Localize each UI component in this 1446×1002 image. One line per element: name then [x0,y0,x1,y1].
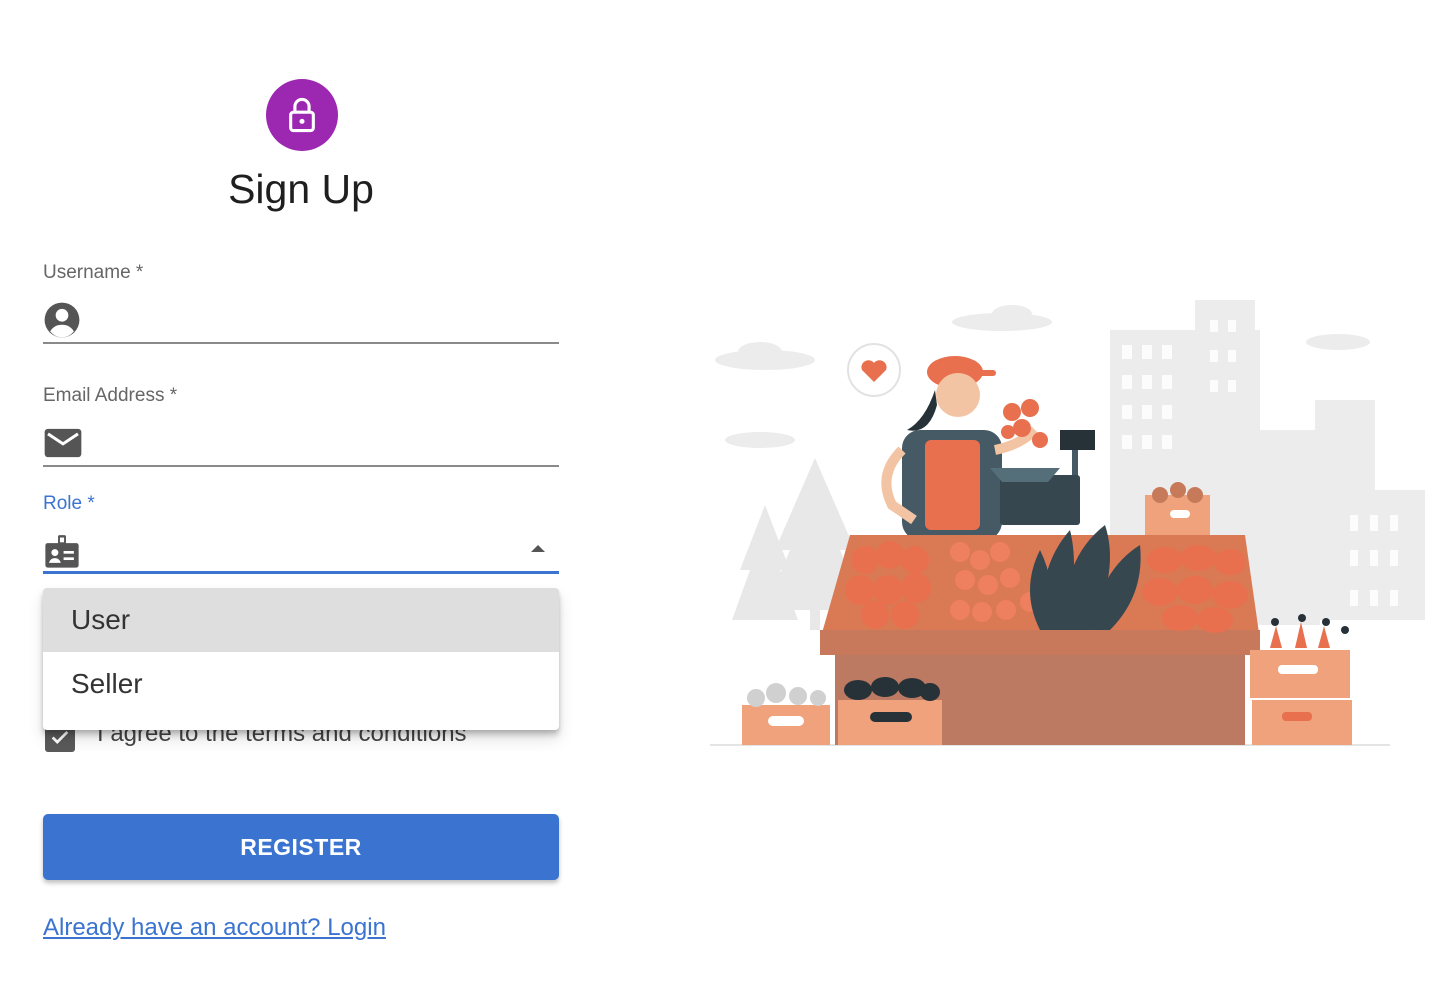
register-button[interactable]: REGISTER [43,814,559,880]
lock-icon [289,97,315,133]
login-link[interactable]: Already have an account? Login [43,914,386,942]
caret-up-icon[interactable] [531,545,545,552]
signup-form-panel: Sign Up Username * Email Address * Role … [0,0,640,1002]
mail-icon [43,423,83,463]
role-select[interactable]: Role * [43,493,559,577]
role-underline [43,571,559,574]
role-option-seller[interactable]: Seller [43,652,559,716]
username-label: Username * [43,262,144,283]
username-input[interactable] [89,300,559,340]
role-dropdown-menu: User Seller [43,588,559,730]
username-underline [43,342,559,344]
email-underline [43,465,559,467]
market-stall-illustration [710,300,1425,746]
avatar [266,79,338,151]
role-option-user[interactable]: User [43,588,559,652]
email-input[interactable] [89,423,559,463]
page-title: Sign Up [228,166,374,212]
badge-icon [43,531,83,571]
role-input[interactable] [89,531,559,571]
account-circle-icon [43,300,83,340]
email-field[interactable]: Email Address * [43,385,559,469]
role-label: Role * [43,493,95,514]
username-field[interactable]: Username * [43,262,559,346]
email-label: Email Address * [43,385,178,406]
